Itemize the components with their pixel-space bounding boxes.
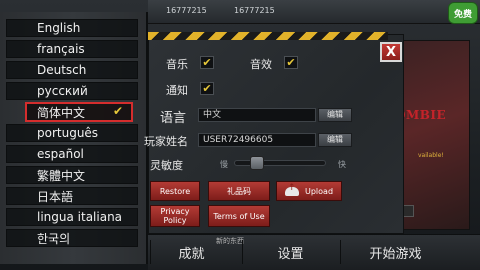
language-label: 简体中文 [37, 105, 86, 120]
language-item[interactable]: 繁體中文 [6, 166, 138, 184]
start-game-button[interactable]: 开始游戏 [340, 240, 450, 264]
music-label: 音乐 [166, 58, 188, 71]
language-item[interactable]: 日本語 [6, 187, 138, 205]
player-name-label: 玩家姓名 [144, 135, 188, 148]
sensitivity-slow-label: 慢 [220, 160, 228, 169]
player-name-field: USER72496605 [198, 133, 316, 147]
notify-checkbox[interactable]: ✔ [200, 82, 214, 95]
language-label: português [37, 126, 99, 140]
promo-subtitle: vailable! [418, 152, 444, 159]
language-item[interactable]: lingua italiana [6, 208, 138, 226]
language-item[interactable]: русский [6, 82, 138, 100]
language-setting-label: 语言 [160, 111, 187, 126]
checkmark-icon: ✔ [112, 104, 123, 118]
terms-button[interactable]: Terms of Use [208, 205, 270, 227]
close-button[interactable]: X [380, 42, 402, 62]
language-label: 한국의 [37, 231, 71, 246]
sensitivity-slider-track[interactable] [234, 160, 326, 166]
music-checkbox[interactable]: ✔ [200, 56, 214, 69]
language-label: français [37, 42, 85, 56]
sound-label: 音效 [250, 58, 272, 71]
language-label: English [37, 21, 81, 35]
language-item[interactable]: English [6, 19, 138, 37]
sensitivity-slider-handle[interactable] [249, 156, 264, 170]
edit-language-button[interactable]: 编辑 [318, 108, 352, 122]
language-label: 日本語 [37, 189, 74, 204]
sensitivity-label: 灵敏度 [150, 159, 183, 172]
edit-name-button[interactable]: 编辑 [318, 133, 352, 147]
language-label: 繁體中文 [37, 168, 86, 183]
language-item-selected[interactable]: 简体中文 ✔ [25, 102, 133, 122]
language-label: español [37, 147, 84, 161]
language-field: 中文 [198, 108, 316, 122]
language-label: lingua italiana [37, 210, 123, 224]
language-label: Deutsch [37, 63, 87, 77]
free-badge[interactable]: 免费 [448, 2, 478, 24]
resource-count-2: 16777215 [234, 6, 275, 15]
language-item[interactable]: 한국의 [6, 229, 138, 247]
upload-button[interactable]: Upload [276, 181, 342, 201]
language-label: русский [37, 84, 88, 98]
settings-tab-button[interactable]: 设置 [242, 240, 338, 264]
restore-button[interactable]: Restore [150, 181, 200, 201]
cloud-upload-icon [284, 184, 299, 196]
resource-count-1: 16777215 [166, 6, 207, 15]
language-item[interactable]: português [6, 124, 138, 142]
gift-code-button[interactable]: 礼品码 [208, 181, 270, 201]
privacy-policy-button[interactable]: Privacy Policy [150, 205, 200, 227]
language-item[interactable]: français [6, 40, 138, 58]
language-item[interactable]: Deutsch [6, 61, 138, 79]
new-tag: 新的东西 [216, 237, 244, 245]
sound-checkbox[interactable]: ✔ [284, 56, 298, 69]
upload-label: Upload [304, 186, 334, 196]
sensitivity-fast-label: 快 [338, 160, 346, 169]
language-list-panel: English français Deutsch русский 简体中文 ✔ … [0, 12, 148, 264]
notify-label: 通知 [166, 84, 188, 97]
language-item[interactable]: español [6, 145, 138, 163]
top-resource-bar: 16777215 16777215 [148, 0, 480, 24]
hazard-stripe [148, 32, 388, 40]
